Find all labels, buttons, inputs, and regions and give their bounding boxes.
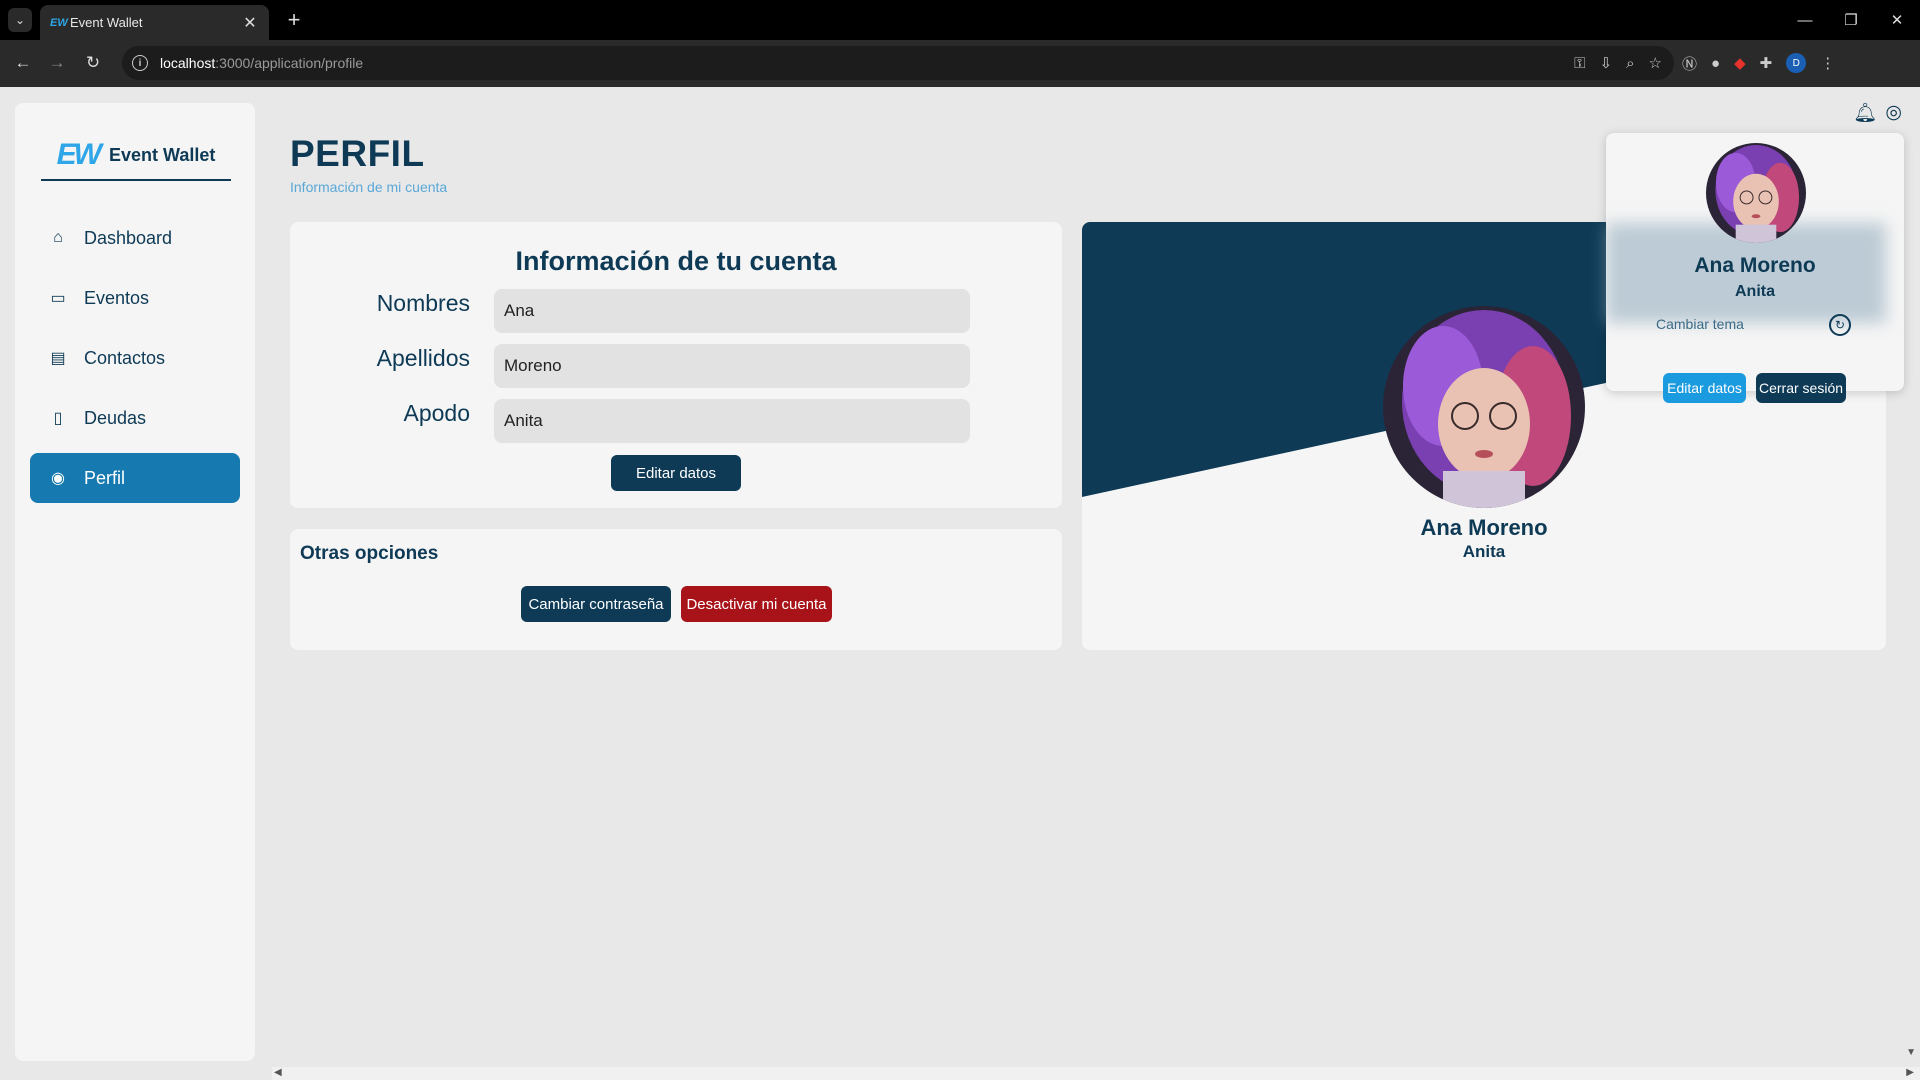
tab-title: Event Wallet: [70, 15, 143, 30]
window-controls: — ❐ ✕: [1782, 0, 1920, 40]
bookmark-star-icon[interactable]: ☆: [1649, 54, 1662, 72]
scroll-down-icon[interactable]: ▼: [1906, 1047, 1916, 1058]
close-tab-icon[interactable]: ✕: [241, 13, 259, 33]
brand[interactable]: EW Event Wallet: [41, 131, 231, 181]
sidebar-item-perfil[interactable]: ◉ Perfil: [30, 453, 240, 503]
avatar-portrait-icon: [1706, 143, 1806, 243]
browser-tab-bar: ⌄ EW Event Wallet ✕ + — ❐ ✕: [0, 0, 1920, 40]
restore-icon[interactable]: ❐: [1828, 0, 1874, 40]
last-name-field[interactable]: Moreno: [494, 344, 970, 388]
other-options-title: Otras opciones: [300, 543, 439, 564]
password-key-icon[interactable]: ⚿: [1574, 55, 1585, 72]
deactivate-account-button[interactable]: Desactivar mi cuenta: [681, 586, 832, 622]
change-password-button[interactable]: Cambiar contraseña: [521, 586, 671, 622]
extension-red-icon[interactable]: ◆: [1734, 54, 1746, 72]
calendar-icon: ▭: [50, 290, 66, 307]
sidebar-item-dashboard[interactable]: ⌂ Dashboard: [30, 213, 240, 263]
minimize-icon[interactable]: —: [1782, 0, 1828, 40]
sidebar-item-label: Perfil: [84, 467, 126, 488]
browser-menu-icon[interactable]: ⋮: [1820, 54, 1835, 72]
app-viewport: EW Event Wallet ⌂ Dashboard ▭ Eventos ▤ …: [0, 87, 1920, 1080]
new-tab-icon[interactable]: +: [282, 8, 306, 32]
extension-ball-icon[interactable]: ●: [1711, 55, 1720, 72]
close-window-icon[interactable]: ✕: [1874, 0, 1920, 40]
address-bar-actions: ⚿ ⇩ ⌕ ☆: [1574, 46, 1662, 80]
sidebar: EW Event Wallet ⌂ Dashboard ▭ Eventos ▤ …: [15, 103, 255, 1061]
top-right-icons: 🔔︎ ◎: [1853, 101, 1902, 125]
logout-button[interactable]: Cerrar sesión: [1756, 373, 1846, 403]
user-menu-icon[interactable]: ◎: [1885, 101, 1902, 125]
sidebar-item-label: Deudas: [84, 407, 147, 428]
extensions-bar: Ⓝ ● ◆ ✚ D ⋮: [1682, 50, 1835, 76]
address-bar[interactable]: i localhost :3000/application/profile ⚿ …: [122, 46, 1674, 80]
user-dropdown: Ana Moreno Anita Cambiar tema ↻ Editar d…: [1606, 133, 1904, 403]
horizontal-scrollbar[interactable]: ◀ ▶: [272, 1067, 1920, 1080]
brand-name: Event Wallet: [108, 144, 216, 165]
zoom-icon[interactable]: ⌕: [1626, 55, 1634, 72]
last-name-label: Apellidos: [376, 345, 470, 371]
sidebar-nav: ⌂ Dashboard ▭ Eventos ▤ Contactos ▯ Deud…: [30, 213, 240, 513]
extensions-puzzle-icon[interactable]: ✚: [1760, 54, 1773, 72]
extension-n-icon[interactable]: Ⓝ: [1682, 53, 1697, 74]
reload-icon[interactable]: ↻: [80, 50, 106, 76]
scroll-left-icon[interactable]: ◀: [274, 1067, 282, 1078]
profile-name: Ana Moreno: [1420, 515, 1548, 540]
install-app-icon[interactable]: ⇩: [1600, 54, 1613, 72]
sidebar-item-label: Dashboard: [84, 227, 173, 248]
bell-icon[interactable]: 🔔︎: [1853, 101, 1877, 125]
nickname-label: Apodo: [403, 400, 470, 426]
first-name-field[interactable]: Ana: [494, 289, 970, 333]
favicon-icon: EW: [50, 16, 68, 29]
avatar-portrait-icon: [1383, 306, 1585, 508]
dropdown-edit-button[interactable]: Editar datos: [1663, 373, 1746, 403]
back-icon[interactable]: ←: [10, 50, 36, 76]
brand-logo-icon: EW: [56, 138, 102, 171]
home-icon: ⌂: [53, 229, 63, 246]
dropdown-nickname: Anita: [1735, 283, 1775, 300]
edit-data-button[interactable]: Editar datos: [611, 455, 741, 491]
url-host: localhost: [160, 55, 216, 71]
other-options-card: Otras opciones Cambiar contraseña Desact…: [290, 529, 1062, 650]
page-title: PERFIL: [290, 133, 425, 174]
account-info-card: Información de tu cuenta Nombres Ana Ape…: [290, 222, 1062, 508]
sidebar-item-eventos[interactable]: ▭ Eventos: [30, 273, 240, 323]
user-circle-icon: ◉: [51, 470, 65, 487]
dropdown-name: Ana Moreno: [1694, 254, 1816, 277]
first-name-label: Nombres: [376, 290, 470, 316]
sidebar-item-deudas[interactable]: ▯ Deudas: [30, 393, 240, 443]
site-info-icon[interactable]: i: [132, 55, 148, 71]
change-theme-label: Cambiar tema: [1656, 316, 1744, 332]
nickname-field[interactable]: Anita: [494, 399, 970, 443]
profile-nickname: Anita: [1462, 542, 1506, 561]
url-path: :3000/application/profile: [215, 55, 364, 71]
receipt-icon: ▯: [53, 410, 63, 427]
contacts-icon: ▤: [50, 350, 66, 367]
scroll-right-icon[interactable]: ▶: [1906, 1067, 1914, 1078]
dropdown-avatar: [1706, 143, 1806, 243]
profile-avatar: [1383, 306, 1585, 508]
sidebar-item-contactos[interactable]: ▤ Contactos: [30, 333, 240, 383]
forward-icon[interactable]: →: [44, 50, 70, 76]
browser-profile-avatar[interactable]: D: [1786, 53, 1807, 73]
theme-toggle-icon[interactable]: ↻: [1829, 314, 1851, 336]
sidebar-item-label: Contactos: [84, 347, 166, 368]
account-info-title: Información de tu cuenta: [515, 246, 837, 276]
tab-search-icon[interactable]: ⌄: [8, 8, 32, 32]
page-subtitle: Información de mi cuenta: [290, 179, 448, 195]
sidebar-item-label: Eventos: [84, 287, 150, 308]
browser-tab[interactable]: EW Event Wallet ✕: [40, 5, 269, 40]
